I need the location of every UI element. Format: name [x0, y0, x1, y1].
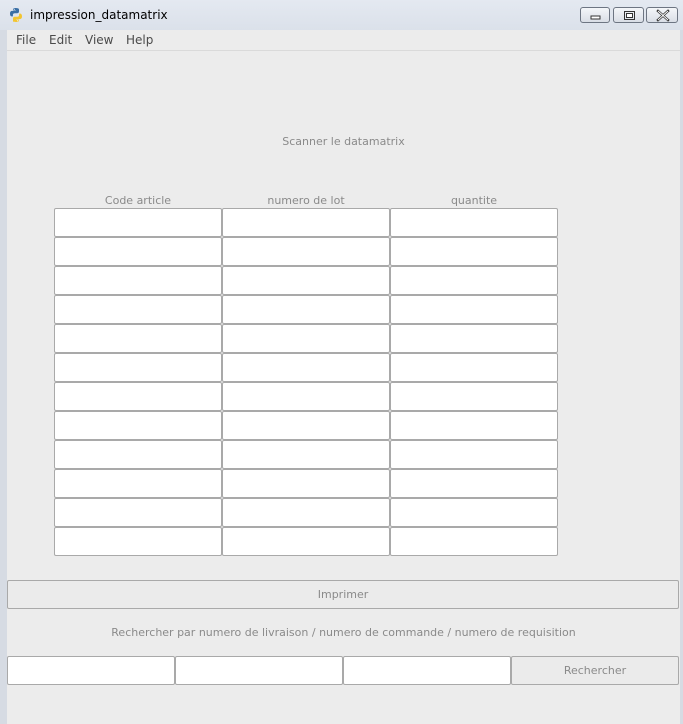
quantite-field[interactable]	[390, 208, 558, 237]
quantite-field[interactable]	[390, 324, 558, 353]
quantite-field[interactable]	[390, 266, 558, 295]
python-icon	[8, 7, 24, 23]
code-article-field[interactable]	[54, 498, 222, 527]
column-header-numero-de-lot: numero de lot	[267, 194, 345, 207]
code-article-field[interactable]	[54, 295, 222, 324]
code-article-field[interactable]	[54, 266, 222, 295]
quantite-field[interactable]	[390, 440, 558, 469]
menu-file[interactable]: File	[16, 33, 36, 47]
numero-de-lot-field[interactable]	[222, 353, 390, 382]
code-article-field[interactable]	[54, 527, 222, 556]
column-header-code-article: Code article	[104, 194, 172, 207]
code-article-field[interactable]	[54, 353, 222, 382]
maximize-icon	[624, 11, 635, 20]
code-article-field[interactable]	[54, 382, 222, 411]
close-icon	[656, 9, 670, 22]
search-label: Rechercher par numero de livraison / num…	[111, 626, 576, 639]
quantite-field[interactable]	[390, 237, 558, 266]
menu-edit[interactable]: Edit	[49, 33, 72, 47]
code-article-field[interactable]	[54, 411, 222, 440]
code-article-field[interactable]	[54, 440, 222, 469]
quantite-field[interactable]	[390, 353, 558, 382]
app-window: impression_datamatrix File Edit View Hel…	[0, 0, 683, 724]
code-article-field[interactable]	[54, 324, 222, 353]
code-article-field[interactable]	[54, 469, 222, 498]
numero-de-lot-field[interactable]	[222, 295, 390, 324]
minimize-icon	[590, 15, 601, 20]
search-field-livraison[interactable]	[7, 656, 175, 685]
quantite-field[interactable]	[390, 411, 558, 440]
quantite-field[interactable]	[390, 469, 558, 498]
numero-de-lot-field[interactable]	[222, 324, 390, 353]
search-button[interactable]: Rechercher	[511, 656, 679, 685]
numero-de-lot-field[interactable]	[222, 469, 390, 498]
column-header-quantite: quantite	[450, 194, 498, 207]
numero-de-lot-field[interactable]	[222, 411, 390, 440]
minimize-button[interactable]	[580, 7, 610, 23]
numero-de-lot-field[interactable]	[222, 440, 390, 469]
numero-de-lot-field[interactable]	[222, 382, 390, 411]
scan-label: Scanner le datamatrix	[282, 135, 405, 148]
numero-de-lot-field[interactable]	[222, 527, 390, 556]
quantite-field[interactable]	[390, 527, 558, 556]
search-field-commande[interactable]	[175, 656, 343, 685]
quantite-field[interactable]	[390, 498, 558, 527]
numero-de-lot-field[interactable]	[222, 237, 390, 266]
code-article-field[interactable]	[54, 208, 222, 237]
numero-de-lot-field[interactable]	[222, 498, 390, 527]
window-title: impression_datamatrix	[30, 8, 168, 22]
numero-de-lot-field[interactable]	[222, 266, 390, 295]
code-article-field[interactable]	[54, 237, 222, 266]
title-bar[interactable]: impression_datamatrix	[0, 0, 683, 30]
search-field-requisition[interactable]	[343, 656, 511, 685]
menu-help[interactable]: Help	[126, 33, 153, 47]
maximize-button[interactable]	[613, 7, 644, 23]
quantite-field[interactable]	[390, 382, 558, 411]
quantite-field[interactable]	[390, 295, 558, 324]
menu-bar: File Edit View Help	[7, 30, 680, 51]
numero-de-lot-field[interactable]	[222, 208, 390, 237]
close-button[interactable]	[646, 7, 678, 23]
menu-view[interactable]: View	[85, 33, 113, 47]
print-button[interactable]: Imprimer	[7, 580, 679, 609]
client-area: File Edit View Help Scanner le datamatri…	[7, 30, 680, 724]
